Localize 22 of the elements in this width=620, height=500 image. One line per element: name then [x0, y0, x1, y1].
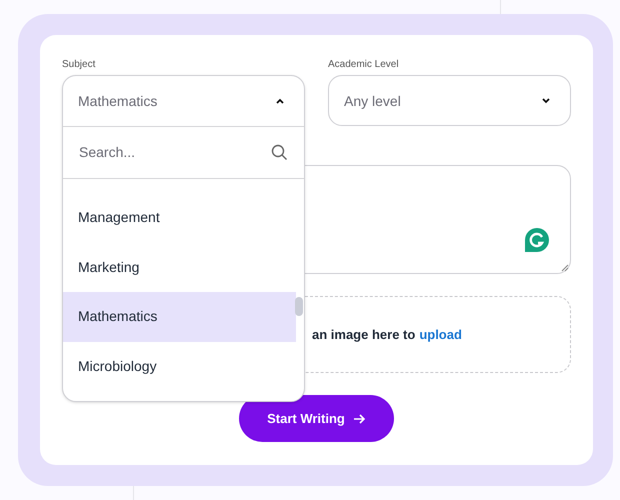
field-label: Academic Level	[328, 58, 400, 69]
academic-level-select[interactable]: Any level	[328, 75, 571, 126]
search-field[interactable]: Search...	[79, 142, 249, 163]
subject-option[interactable]: Mathematics	[63, 292, 296, 342]
selected-value: Any level	[344, 92, 401, 111]
subject-option[interactable]: Marketing	[63, 242, 296, 292]
upload-instructions: an image here to	[312, 326, 416, 344]
field-label: Subject	[62, 58, 96, 69]
resize-handle-icon[interactable]	[561, 264, 569, 272]
selected-value: Mathematics	[78, 92, 158, 110]
arrow-right-icon	[352, 412, 366, 424]
upload-drop-zone[interactable]: an image here to upload	[305, 296, 571, 373]
chevron-up-icon	[276, 98, 284, 104]
subject-option[interactable]: Microbiology	[63, 342, 296, 391]
search-icon	[271, 144, 288, 161]
subject-option[interactable]: Management	[63, 193, 296, 242]
subject-select[interactable]: Mathematics	[63, 76, 304, 126]
scrollbar-thumb[interactable]	[295, 297, 303, 316]
upload-link[interactable]: upload	[419, 324, 462, 344]
start-writing-button[interactable]: Start Writing	[239, 395, 394, 442]
chevron-down-icon	[542, 98, 550, 104]
grammar-assistant-icon[interactable]	[524, 227, 550, 253]
